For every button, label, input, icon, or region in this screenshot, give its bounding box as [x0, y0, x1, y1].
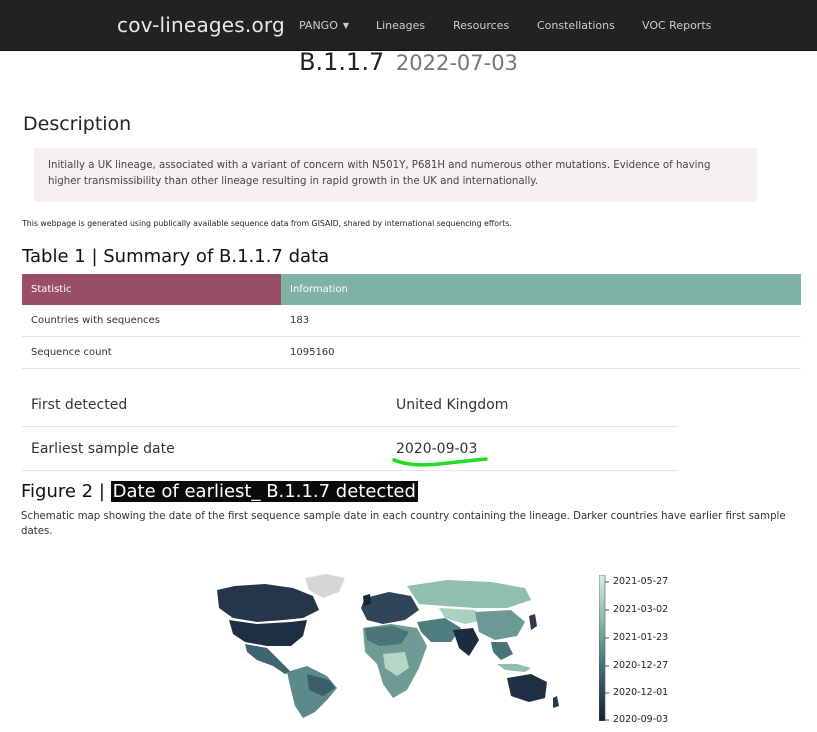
navbar: cov-lineages.org PANGO ▼ Lineages Resourc…	[0, 0, 817, 51]
table-row: Sequence count 1095160	[22, 336, 801, 369]
map-region-japan	[529, 614, 537, 630]
table-row: Countries with sequences 183	[22, 305, 801, 337]
green-underline-annotation	[392, 457, 488, 467]
map-region-russia	[407, 580, 531, 608]
map-region-indonesia	[497, 664, 531, 672]
summary-table-header: Statistic Information	[22, 274, 801, 305]
nav-item-resources[interactable]: Resources	[453, 19, 509, 32]
colorbar-label: 2020-12-01	[613, 687, 669, 698]
figure2-title-prefix: Figure 2 |	[21, 481, 105, 502]
nav-item-pango-label: PANGO	[299, 19, 338, 32]
header-statistic: Statistic	[22, 274, 281, 305]
nav-item-pango[interactable]: PANGO ▼	[299, 19, 349, 32]
table-cell: 183	[281, 305, 801, 337]
colorbar-label: 2021-03-02	[613, 604, 669, 615]
table-cell: Countries with sequences	[22, 305, 281, 337]
map-region-china	[475, 610, 525, 640]
colorbar-label: 2021-05-27	[613, 576, 669, 587]
table-cell: United Kingdom	[387, 383, 678, 427]
table1-title: Table 1 | Summary of B.1.1.7 data	[22, 246, 330, 267]
caret-down-icon: ▼	[342, 21, 350, 30]
map-region-new-zealand	[553, 696, 559, 708]
world-map	[217, 574, 559, 718]
colorbar-label: 2020-09-03	[613, 714, 669, 725]
nav-item-lineages[interactable]: Lineages	[376, 19, 425, 32]
header-information: Information	[281, 274, 801, 305]
figure2-title-highlight: Date of earliest_ B.1.1.7 detected	[110, 481, 418, 502]
detection-table: First detected United Kingdom Earliest s…	[22, 383, 678, 471]
table-row: Earliest sample date 2020-09-03	[22, 426, 678, 471]
map-region-india	[453, 628, 479, 656]
map-region-mexico	[245, 644, 291, 674]
figure2-title: Figure 2 | Date of earliest_ B.1.1.7 det…	[21, 481, 418, 502]
map-region-canada	[217, 584, 319, 622]
lineage-name: B.1.1.7	[299, 48, 385, 76]
site-brand-link[interactable]: cov-lineages.org	[117, 13, 285, 37]
map-region-se-asia	[491, 642, 513, 660]
map-colorbar	[599, 575, 609, 721]
summary-table: Statistic Information Countries with seq…	[22, 274, 801, 369]
map-region-australia	[507, 674, 547, 702]
nav-item-constellations[interactable]: Constellations	[537, 19, 615, 32]
table-cell: First detected	[22, 383, 387, 427]
table-cell: Earliest sample date	[22, 426, 387, 471]
description-heading: Description	[23, 113, 132, 135]
colorbar-label: 2020-12-27	[613, 660, 669, 671]
map-region-greenland	[305, 574, 345, 598]
table-cell: 1095160	[281, 336, 801, 369]
nav-item-voc-reports[interactable]: VOC Reports	[642, 19, 711, 32]
figure2-caption: Schematic map showing the date of the fi…	[21, 511, 786, 537]
table-row: First detected United Kingdom	[22, 383, 678, 427]
map-region-uk	[363, 594, 371, 606]
colorbar-label: 2021-01-23	[613, 632, 669, 643]
page-title: B.1.1.7 2022-07-03	[0, 48, 817, 76]
data-source-note: This webpage is generated using publical…	[22, 219, 512, 228]
description-box: Initially a UK lineage, associated with …	[34, 148, 757, 202]
map-region-usa	[229, 620, 307, 646]
map-region-south-america	[287, 666, 337, 718]
table-cell: Sequence count	[22, 336, 281, 369]
report-date: 2022-07-03	[395, 51, 518, 75]
